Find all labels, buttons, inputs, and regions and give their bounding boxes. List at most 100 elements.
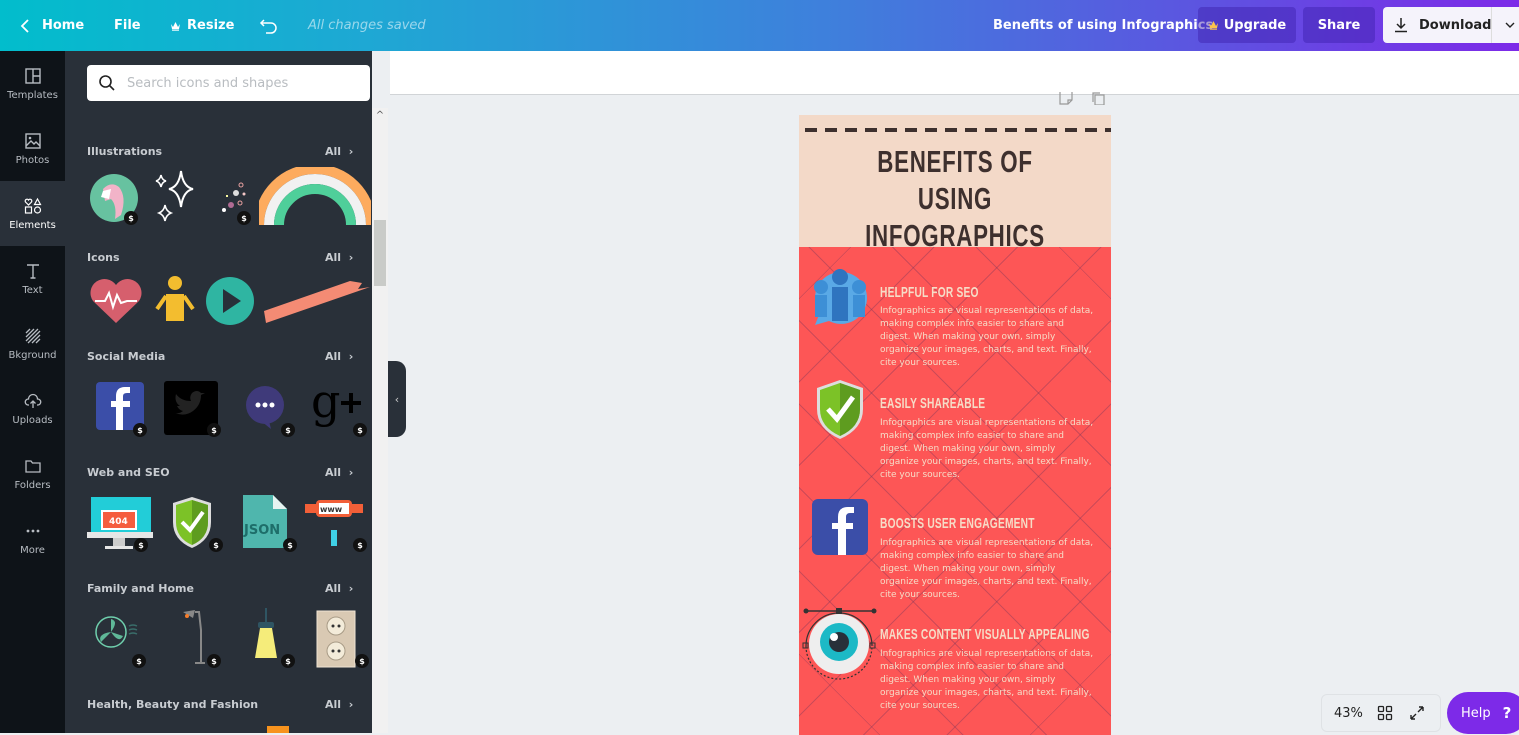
icons-row — [87, 271, 372, 333]
text-icon — [23, 261, 43, 281]
download-button[interactable]: Download — [1383, 7, 1519, 43]
json-file-icon[interactable]: JSON $ — [237, 492, 299, 554]
play-button-icon[interactable] — [205, 271, 267, 333]
social-media-all-link[interactable]: All › — [325, 350, 353, 363]
paid-badge: $ — [207, 423, 221, 437]
nav-text[interactable]: Text — [0, 246, 65, 311]
people-chat-icon[interactable] — [809, 267, 871, 329]
duplicate-page-icon[interactable] — [1090, 91, 1106, 105]
nav-more[interactable]: More — [0, 506, 65, 571]
share-button[interactable]: Share — [1303, 7, 1375, 43]
home-label: Home — [42, 18, 85, 33]
divider — [1491, 7, 1492, 43]
question-mark-icon: ? — [1502, 704, 1512, 722]
chevron-right-icon: › — [348, 145, 354, 158]
person-icon[interactable] — [149, 271, 211, 333]
design-page[interactable]: BENEFITS OF USING INFOGRAPHICS HELPFUL F… — [799, 115, 1111, 735]
fullscreen-icon[interactable] — [1409, 705, 1425, 721]
paid-badge: $ — [132, 654, 146, 668]
search-input[interactable] — [127, 75, 357, 91]
chevron-left-icon: ‹ — [394, 392, 400, 406]
nav-label: Bkground — [8, 350, 57, 361]
photos-icon — [23, 131, 43, 151]
shield-check-icon[interactable] — [811, 377, 873, 439]
facebook-icon[interactable] — [812, 499, 868, 555]
facebook-icon[interactable]: $ — [87, 377, 149, 439]
crown-icon — [171, 21, 180, 31]
crown-icon — [1208, 21, 1218, 30]
illustrations-all-link[interactable]: All › — [325, 145, 353, 158]
nav-templates[interactable]: Templates — [0, 51, 65, 116]
undo-button[interactable] — [259, 0, 279, 51]
scrollbar-thumb[interactable] — [374, 220, 386, 286]
file-menu-button[interactable]: File — [114, 0, 141, 51]
nav-label: Text — [22, 285, 43, 296]
rainbow-illustration[interactable] — [254, 164, 372, 229]
brush-stroke-icon[interactable] — [262, 271, 372, 333]
nav-photos[interactable]: Photos — [0, 116, 65, 181]
icons-all-link[interactable]: All › — [325, 251, 353, 264]
section-title-health-beauty-fashion: Health, Beauty and Fashion — [87, 698, 259, 711]
upgrade-button[interactable]: Upgrade — [1198, 7, 1296, 43]
power-outlet-icon[interactable]: $ — [309, 608, 371, 670]
resize-button[interactable]: Resize — [170, 0, 234, 51]
eye-icon[interactable] — [801, 606, 879, 684]
web-and-seo-all-link[interactable]: All › — [325, 466, 353, 479]
search-icon — [87, 74, 127, 92]
benefit-heading: EASILY SHAREABLE — [880, 395, 986, 412]
collapse-panel-button[interactable]: ‹ — [388, 361, 406, 437]
chat-bubble-icon[interactable]: $ — [235, 377, 297, 439]
sparkles-illustration[interactable] — [149, 167, 211, 229]
section-title-social-media: Social Media — [87, 350, 166, 363]
benefit-heading: MAKES CONTENT VISUALLY APPEALING — [880, 626, 1090, 643]
health-all-link[interactable]: All › — [325, 698, 353, 711]
shield-check-icon[interactable]: $ — [163, 492, 225, 554]
fan-icon[interactable]: $ — [87, 608, 149, 670]
family-and-home-all-link[interactable]: All › — [325, 582, 353, 595]
zoom-controls: 43% — [1321, 694, 1441, 732]
heart-pulse-icon[interactable] — [87, 271, 149, 333]
help-button[interactable]: Help ? — [1447, 692, 1519, 734]
add-note-icon[interactable] — [1058, 91, 1074, 105]
google-plus-icon[interactable]: g $ — [307, 374, 369, 439]
chevron-down-icon[interactable] — [1505, 22, 1515, 28]
context-toolbar — [390, 51, 1519, 95]
panel-scrollbar[interactable]: ^ — [372, 108, 388, 733]
nav-folders[interactable]: Folders — [0, 441, 65, 506]
page-title[interactable]: BENEFITS OF USING INFOGRAPHICS — [843, 143, 1068, 254]
document-title[interactable]: Benefits of using Infographics — [993, 0, 1213, 51]
paid-badge: $ — [353, 423, 367, 437]
templates-icon — [23, 66, 43, 86]
illustrations-row: $ $ — [87, 164, 372, 229]
background-icon — [23, 326, 43, 346]
paid-badge: $ — [353, 538, 367, 552]
nav-background[interactable]: Bkground — [0, 311, 65, 376]
benefit-body: Infographics are visual representations … — [880, 306, 1094, 368]
chevron-right-icon: › — [348, 582, 354, 595]
nav-elements[interactable]: Elements — [0, 181, 65, 246]
nav-uploads[interactable]: Uploads — [0, 376, 65, 441]
search-box[interactable] — [87, 65, 370, 101]
twitter-icon[interactable]: $ — [161, 377, 223, 439]
zoom-level[interactable]: 43% — [1334, 706, 1363, 721]
all-label: All — [325, 698, 342, 711]
ceiling-lamp-icon[interactable]: $ — [235, 608, 297, 670]
grid-view-icon[interactable] — [1377, 705, 1393, 721]
www-sign-icon[interactable]: www $ — [299, 492, 371, 554]
social-media-row: $ $ $ g $ — [87, 374, 372, 439]
web-and-seo-row: 404 $ $ JSON $ www $ — [87, 492, 372, 554]
floor-lamp-icon[interactable]: $ — [161, 608, 223, 670]
benefit-body: Infographics are visual representations … — [880, 538, 1094, 600]
chevron-right-icon: › — [348, 251, 354, 264]
health-item-preview[interactable] — [267, 726, 289, 733]
unicorn-illustration[interactable]: $ — [87, 167, 149, 229]
home-button[interactable]: Home — [20, 0, 84, 51]
paid-badge: $ — [133, 423, 147, 437]
chevron-right-icon: › — [348, 698, 354, 711]
404-monitor-icon[interactable]: 404 $ — [87, 492, 155, 554]
svg-text:g: g — [311, 377, 340, 428]
chevron-up-icon[interactable]: ^ — [372, 110, 388, 124]
benefit-body: Infographics are visual representations … — [880, 418, 1094, 480]
section-title-illustrations: Illustrations — [87, 145, 163, 158]
family-and-home-row: $ $ $ $ — [87, 608, 372, 670]
